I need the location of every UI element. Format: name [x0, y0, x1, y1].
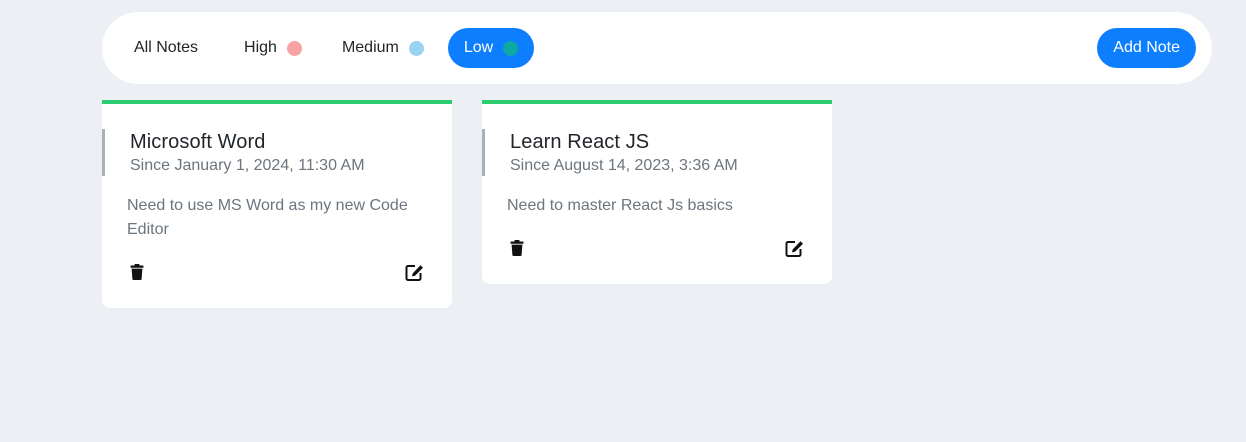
note-body: Need to master React Js basics	[507, 197, 733, 214]
edit-icon[interactable]	[404, 262, 424, 282]
add-note-button[interactable]: Add Note	[1097, 28, 1196, 68]
note-actions	[507, 238, 804, 258]
priority-filters: All Notes High Medium Low	[118, 28, 540, 68]
note-body: Need to use MS Word as my new Code Edito…	[127, 197, 408, 238]
edit-icon[interactable]	[784, 238, 804, 258]
note-header: Microsoft Word Since January 1, 2024, 11…	[102, 129, 452, 176]
high-priority-dot	[286, 40, 302, 56]
note-card: Learn React JS Since August 14, 2023, 3:…	[482, 100, 832, 284]
note-card: Microsoft Word Since January 1, 2024, 11…	[102, 100, 452, 308]
trash-icon[interactable]	[507, 238, 527, 258]
filter-low[interactable]: Low	[447, 28, 535, 68]
note-date: Since August 14, 2023, 3:36 AM	[510, 157, 738, 174]
filter-all-notes[interactable]: All Notes	[118, 28, 222, 68]
filter-medium-label: Medium	[341, 39, 399, 56]
note-header: Learn React JS Since August 14, 2023, 3:…	[482, 129, 832, 176]
filter-high-label: High	[244, 39, 277, 56]
filter-low-label: Low	[463, 39, 494, 56]
medium-priority-dot	[408, 40, 424, 56]
note-title: Microsoft Word	[130, 131, 266, 153]
filter-all-notes-label: All Notes	[134, 39, 199, 56]
low-priority-dot	[503, 40, 519, 56]
filter-bar: All Notes High Medium Low Add Note	[102, 12, 1212, 84]
note-date: Since January 1, 2024, 11:30 AM	[130, 157, 365, 174]
note-actions	[127, 262, 424, 282]
note-title: Learn React JS	[510, 131, 650, 153]
filter-high[interactable]: High	[228, 28, 320, 68]
trash-icon[interactable]	[127, 262, 147, 282]
filter-medium[interactable]: Medium	[326, 28, 442, 68]
